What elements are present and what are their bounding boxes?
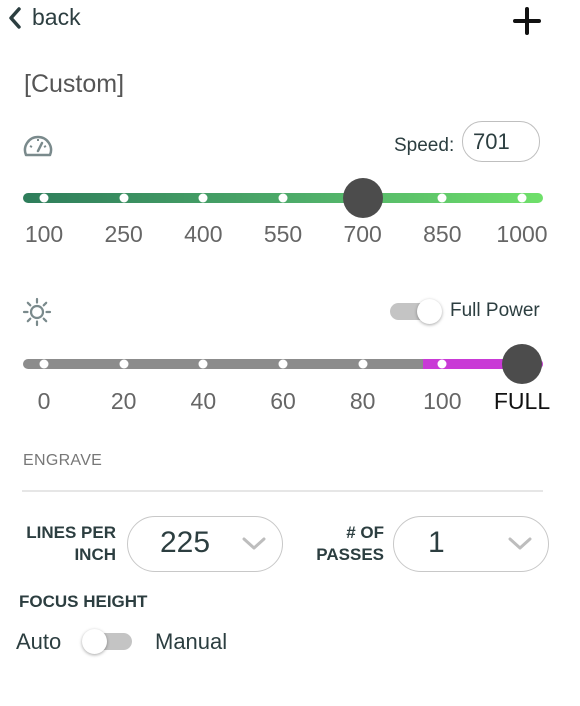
focus-mode-toggle[interactable] [82, 628, 137, 656]
slider-thumb[interactable] [502, 344, 542, 384]
slider-tick-label: 850 [423, 221, 462, 247]
back-label: back [32, 4, 81, 30]
slider-tick-dot [437, 359, 447, 369]
chevron-left-icon [8, 6, 22, 29]
slider-tick-dot [358, 359, 368, 369]
chevron-down-icon [242, 537, 266, 556]
full-power-label: Full Power [450, 300, 540, 321]
slider-tick-label: 550 [263, 221, 303, 247]
slider-tick-label: 0 [37, 388, 51, 414]
toggle-knob [82, 629, 107, 654]
slider-tick-dot [278, 193, 288, 203]
section-divider [22, 490, 543, 492]
sun-icon [22, 297, 52, 332]
full-power-toggle[interactable] [390, 298, 445, 326]
chevron-down-icon [508, 537, 532, 556]
slider-tick-label: 400 [184, 221, 223, 247]
passes-value: 1 [428, 526, 445, 559]
slider-tick-dot [198, 193, 208, 203]
lines-per-inch-label: LINES PER INCH [26, 523, 116, 564]
focus-manual-label[interactable]: Manual [155, 629, 227, 655]
slider-tick-dot [278, 359, 288, 369]
power-slider[interactable] [23, 344, 543, 384]
slider-tick-label: 40 [190, 388, 217, 414]
slider-tick-label: 60 [270, 388, 296, 414]
slider-tick-label: 100 [423, 388, 462, 414]
slider-tick-dot [437, 193, 447, 203]
toggle-knob [417, 299, 442, 324]
speed-label: Speed: [394, 135, 455, 156]
slider-tick-dot [198, 359, 208, 369]
speedometer-icon [22, 132, 54, 165]
back-button[interactable]: back [8, 4, 81, 31]
focus-height-label: FOCUS HEIGHT [19, 592, 148, 611]
slider-thumb[interactable] [343, 178, 384, 218]
slider-tick-label: 80 [349, 388, 376, 414]
passes-label: # OF PASSES [316, 523, 384, 564]
slider-tick-label: 1000 [496, 221, 548, 247]
slider-tick-label: FULL [493, 388, 551, 414]
plus-icon[interactable] [512, 6, 542, 36]
slider-tick-label: 100 [24, 221, 64, 247]
profile-name: [Custom] [24, 70, 125, 98]
slider-tick-label: 250 [104, 221, 143, 247]
lines-per-inch-select[interactable]: 225 [127, 516, 283, 572]
slider-tick-dot [39, 359, 49, 369]
speed-input[interactable]: 701 [462, 121, 540, 162]
passes-select[interactable]: 1 [393, 516, 549, 572]
engrave-section-label: ENGRAVE [23, 452, 103, 469]
lines-per-inch-value: 225 [160, 526, 211, 559]
slider-tick-label: 20 [110, 388, 137, 414]
slider-tick-dot [119, 193, 129, 203]
slider-tick-label: 700 [343, 221, 382, 247]
focus-auto-label[interactable]: Auto [16, 629, 61, 655]
slider-tick-dot [39, 193, 49, 203]
slider-tick-dot [119, 359, 129, 369]
slider-tick-dot [517, 193, 527, 203]
speed-slider[interactable] [23, 178, 543, 218]
